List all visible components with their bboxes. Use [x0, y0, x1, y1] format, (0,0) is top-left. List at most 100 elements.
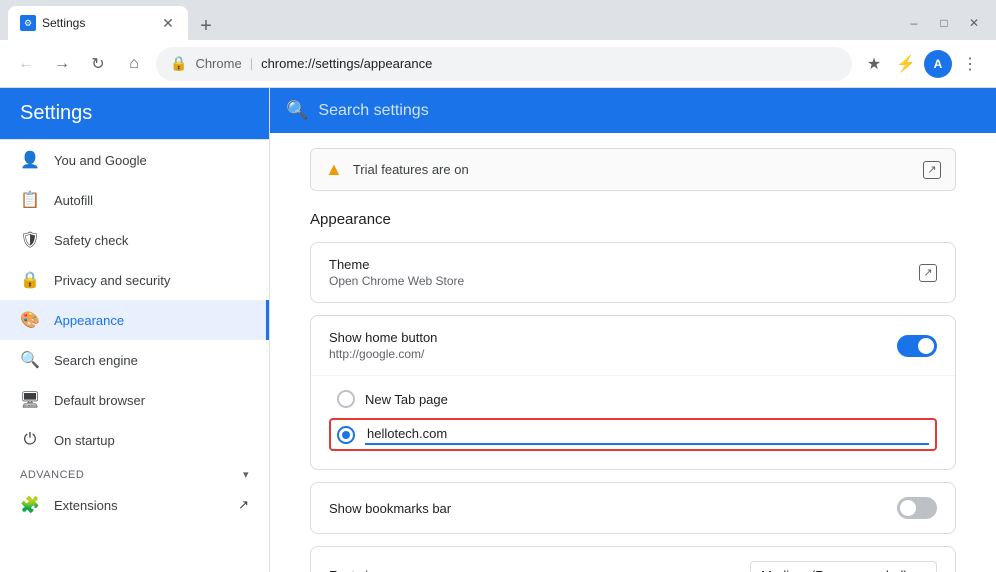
safety-check-icon: 🛡 — [20, 230, 40, 250]
sidebar-item-extensions[interactable]: 🧩 Extensions ↗ — [0, 485, 269, 525]
appearance-icon: 🎨 — [20, 310, 40, 330]
sidebar-label-search-engine: Search engine — [54, 353, 138, 368]
trial-banner: ▲ Trial features are on ↗ — [310, 148, 956, 191]
new-tab-button[interactable]: + — [192, 12, 220, 40]
sidebar-label-autofill: Autofill — [54, 193, 93, 208]
sidebar-item-appearance[interactable]: 🎨 Appearance — [0, 300, 269, 340]
home-button-radio-group: New Tab page — [311, 376, 955, 469]
sidebar-label-you-google: You and Google — [54, 153, 147, 168]
appearance-section-title: Appearance — [310, 211, 956, 228]
tab-close-button[interactable]: ✕ — [160, 15, 176, 31]
sidebar-label-appearance: Appearance — [54, 313, 124, 328]
sidebar-label-default-browser: Default browser — [54, 393, 145, 408]
url-path: chrome://settings/appearance — [261, 56, 432, 71]
tab-title: Settings — [42, 16, 154, 30]
home-button[interactable]: ⌂ — [120, 50, 148, 78]
search-settings-input[interactable] — [318, 102, 980, 120]
font-size-label: Font size — [329, 568, 738, 572]
bookmark-star-button[interactable]: ★ — [860, 50, 888, 78]
font-size-select-wrapper: Very Small Small Medium (Recommended) La… — [750, 561, 937, 572]
home-button-desc: http://google.com/ — [329, 347, 885, 361]
font-size-select[interactable]: Very Small Small Medium (Recommended) La… — [750, 561, 937, 572]
sidebar-item-search-engine[interactable]: 🔍 Search engine — [0, 340, 269, 380]
home-button-label: Show home button — [329, 330, 885, 345]
back-button[interactable]: ← — [12, 50, 40, 78]
bookmarks-row: Show bookmarks bar — [311, 483, 955, 533]
home-button-row: Show home button http://google.com/ — [311, 316, 955, 376]
autofill-icon: 📋 — [20, 190, 40, 210]
bookmarks-info: Show bookmarks bar — [329, 501, 885, 516]
minimize-button[interactable]: – — [900, 9, 928, 37]
font-size-info: Font size — [329, 568, 738, 572]
sidebar-item-you-google[interactable]: 👤 You and Google — [0, 140, 269, 180]
on-startup-icon: ⏻ — [20, 430, 40, 450]
sidebar-item-on-startup[interactable]: ⏻ On startup — [0, 420, 269, 460]
sidebar-item-default-browser[interactable]: 🖥 Default browser — [0, 380, 269, 420]
sidebar: Settings 👤 You and Google 📋 Autofill 🛡 S… — [0, 88, 270, 572]
bookmarks-toggle[interactable] — [897, 497, 937, 519]
sidebar-advanced-section[interactable]: Advanced ▾ — [0, 460, 269, 485]
url-radio-circle — [337, 426, 355, 444]
url-brand: Chrome — [195, 56, 241, 71]
you-google-icon: 👤 — [20, 150, 40, 170]
advanced-label: Advanced — [20, 469, 84, 481]
url-bar[interactable]: 🔒 Chrome | chrome://settings/appearance — [156, 47, 852, 81]
home-button-toggle[interactable] — [897, 335, 937, 357]
home-button-info: Show home button http://google.com/ — [329, 330, 885, 361]
url-divider: | — [250, 56, 253, 71]
extensions-sidebar-icon: 🧩 — [20, 495, 40, 515]
theme-row: Theme Open Chrome Web Store ↗ — [311, 243, 955, 302]
menu-button[interactable]: ⋮ — [956, 50, 984, 78]
title-bar: ⚙ Settings ✕ + – □ ✕ — [0, 0, 996, 40]
home-button-card: Show home button http://google.com/ New … — [310, 315, 956, 470]
extensions-external-icon: ↗ — [238, 497, 249, 513]
theme-external-link-icon[interactable]: ↗ — [919, 264, 937, 282]
advanced-chevron-icon: ▾ — [243, 468, 249, 481]
forward-button[interactable]: → — [48, 50, 76, 78]
address-bar: ← → ↻ ⌂ 🔒 Chrome | chrome://settings/app… — [0, 40, 996, 88]
sidebar-label-on-startup: On startup — [54, 433, 115, 448]
url-radio-option-highlighted[interactable] — [329, 418, 937, 451]
privacy-security-icon: 🔒 — [20, 270, 40, 290]
search-icon: 🔍 — [286, 100, 308, 121]
new-tab-radio-label: New Tab page — [365, 392, 448, 407]
sidebar-header: Settings — [0, 88, 269, 140]
sidebar-label-privacy-security: Privacy and security — [54, 273, 170, 288]
tab-favicon: ⚙ — [20, 15, 36, 31]
new-tab-radio-circle — [337, 390, 355, 408]
close-button[interactable]: ✕ — [960, 9, 988, 37]
bookmarks-card: Show bookmarks bar — [310, 482, 956, 534]
trial-warning-icon: ▲ — [325, 159, 343, 180]
sidebar-item-privacy-security[interactable]: 🔒 Privacy and security — [0, 260, 269, 300]
theme-label: Theme — [329, 257, 907, 272]
main-content: 🔍 ▲ Trial features are on ↗ Appearance T… — [270, 88, 996, 572]
font-size-card: Font size Very Small Small Medium (Recom… — [310, 546, 956, 572]
new-tab-radio-option[interactable]: New Tab page — [329, 384, 937, 414]
refresh-button[interactable]: ↻ — [84, 50, 112, 78]
font-size-row: Font size Very Small Small Medium (Recom… — [311, 547, 955, 572]
home-button-toggle-slider — [897, 335, 937, 357]
profile-button[interactable]: A — [924, 50, 952, 78]
tab-strip: ⚙ Settings ✕ + — [8, 6, 900, 40]
default-browser-icon: 🖥 — [20, 390, 40, 410]
content-area: Settings 👤 You and Google 📋 Autofill 🛡 S… — [0, 88, 996, 572]
active-tab[interactable]: ⚙ Settings ✕ — [8, 6, 188, 40]
home-url-input[interactable] — [365, 424, 929, 445]
extensions-button[interactable]: ⚡ — [892, 50, 920, 78]
bookmarks-toggle-slider — [897, 497, 937, 519]
sidebar-item-autofill[interactable]: 📋 Autofill — [0, 180, 269, 220]
sidebar-item-safety-check[interactable]: 🛡 Safety check — [0, 220, 269, 260]
theme-desc: Open Chrome Web Store — [329, 274, 907, 288]
browser-frame: ⚙ Settings ✕ + – □ ✕ ← → ↻ ⌂ 🔒 Chrome | … — [0, 0, 996, 572]
bookmarks-label: Show bookmarks bar — [329, 501, 885, 516]
theme-card: Theme Open Chrome Web Store ↗ — [310, 242, 956, 303]
sidebar-label-safety-check: Safety check — [54, 233, 128, 248]
sidebar-label-extensions: Extensions — [54, 498, 118, 513]
search-overlay: 🔍 — [270, 88, 996, 133]
trial-external-link-icon[interactable]: ↗ — [923, 161, 941, 179]
secure-icon: 🔒 — [170, 55, 187, 72]
trial-text: Trial features are on — [353, 162, 913, 177]
maximize-button[interactable]: □ — [930, 9, 958, 37]
settings-content: ▲ Trial features are on ↗ Appearance The… — [270, 88, 996, 572]
theme-info: Theme Open Chrome Web Store — [329, 257, 907, 288]
